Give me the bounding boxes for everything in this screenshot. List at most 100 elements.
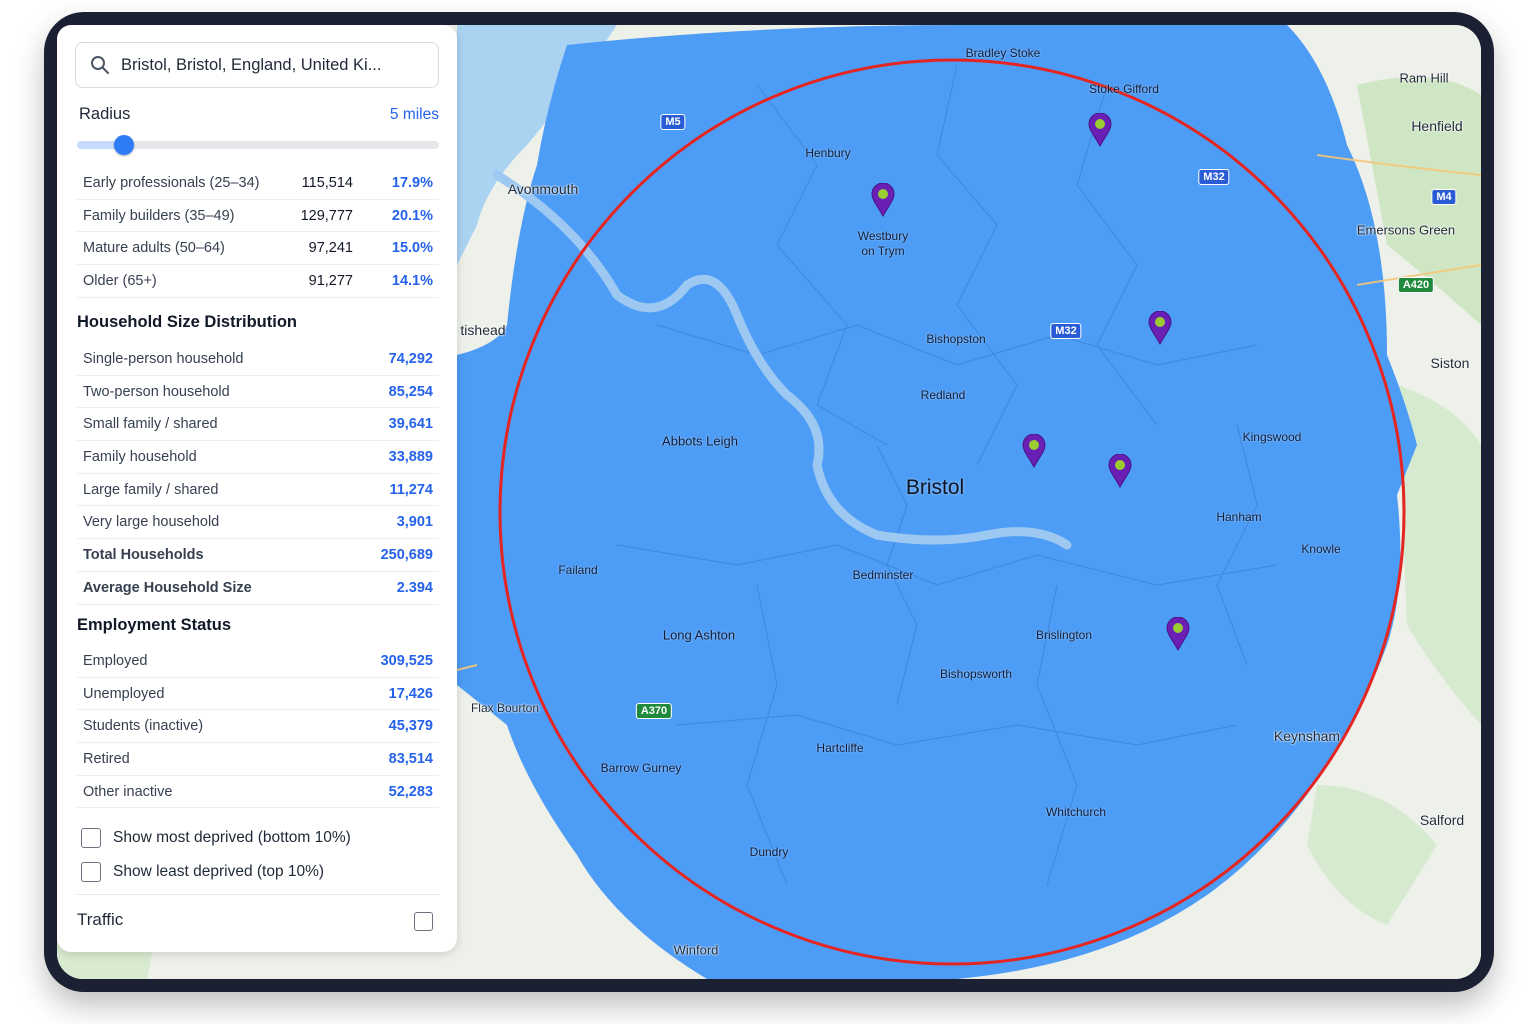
row-label: Family household: [83, 449, 197, 466]
row-label: Family builders (35–49): [83, 207, 235, 224]
row-percent: 17.9%: [391, 175, 433, 191]
table-row: Large family / shared 11,274: [77, 474, 439, 507]
least-deprived-label[interactable]: Show least deprived (top 10%): [113, 863, 324, 881]
row-label: Small family / shared: [83, 416, 218, 433]
radius-slider[interactable]: [77, 135, 439, 155]
location-pin-icon[interactable]: [1148, 311, 1172, 345]
location-pin-icon[interactable]: [1166, 617, 1190, 651]
search-box[interactable]: Bristol, Bristol, England, United Ki...: [75, 42, 439, 88]
row-percent: 14.1%: [391, 273, 433, 290]
row-value: 83,514: [388, 751, 433, 768]
place-label: Whitchurch: [1045, 805, 1107, 819]
place-label: Kingswood: [1242, 430, 1302, 444]
table-row: Other inactive 52,283: [77, 776, 439, 809]
employment-section-title: Employment Status: [77, 616, 232, 634]
row-value: 309,525: [380, 653, 433, 669]
row-label: Two-person household: [83, 383, 230, 400]
table-row: Retired 83,514: [77, 743, 439, 776]
row-label: Mature adults (50–64): [83, 240, 225, 257]
search-icon: [91, 56, 109, 74]
age-groups-table: Early professionals (25–34) 115,514 17.9% …: [77, 167, 439, 298]
table-row: Older (65+) 91,277 14.1%: [77, 265, 439, 298]
city-label: Bristol: [905, 476, 965, 499]
table-row: Students (inactive) 45,379: [77, 710, 439, 744]
row-count: 129,777: [300, 207, 353, 224]
table-row-average: Average Household Size 2.394: [77, 572, 439, 605]
road-shield-a370: A370: [635, 703, 673, 719]
search-input[interactable]: Bristol, Bristol, England, United Ki...: [121, 56, 381, 75]
road-shield-m32: M32: [1198, 169, 1230, 185]
row-label: Employed: [83, 653, 148, 669]
row-label: Early professionals (25–34): [83, 175, 260, 191]
demographics-panel: Bristol, Bristol, England, United Ki... …: [57, 25, 457, 952]
place-label: Redland: [920, 388, 966, 402]
place-label: Dundry: [749, 845, 789, 859]
row-count: 115,514: [301, 175, 353, 191]
location-pin-icon[interactable]: [1088, 113, 1112, 147]
place-label: Bedminster: [852, 568, 914, 582]
radius-label: Radius: [79, 105, 131, 123]
location-pin-icon[interactable]: [871, 183, 895, 217]
place-label: Keynsham: [1273, 728, 1341, 744]
row-value: 17,426: [388, 685, 433, 702]
place-label: Brislington: [1035, 628, 1093, 642]
row-label: Students (inactive): [83, 718, 204, 735]
row-value: 52,283: [388, 783, 433, 800]
table-row: Mature adults (50–64) 97,241 15.0%: [77, 232, 439, 266]
household-section-title: Household Size Distribution: [77, 313, 298, 331]
row-label: Retired: [83, 751, 130, 768]
place-label: Hartcliffe: [816, 741, 864, 755]
table-row: Small family / shared 39,641: [77, 408, 439, 442]
row-label: Unemployed: [83, 685, 165, 702]
row-value: 2.394: [396, 579, 433, 596]
place-label: tishead: [460, 322, 506, 338]
place-label: Winford: [673, 942, 719, 958]
row-label: Other inactive: [83, 783, 173, 800]
table-row: Family builders (35–49) 129,777 20.1%: [77, 200, 439, 233]
place-label: Westbury: [857, 229, 909, 243]
row-label: Average Household Size: [83, 579, 252, 596]
place-label: Bishopston: [926, 332, 986, 346]
most-deprived-label[interactable]: Show most deprived (bottom 10%): [113, 829, 351, 847]
radius-value: 5 miles: [389, 106, 439, 123]
place-label: Salford: [1419, 812, 1465, 828]
divider: [77, 894, 439, 895]
household-table: Single-person household 74,292 Two-person…: [77, 343, 439, 605]
place-label: Abbots Leigh: [662, 433, 738, 449]
table-row: Early professionals (25–34) 115,514 17.9%: [77, 167, 439, 200]
table-row: Employed 309,525: [77, 645, 439, 678]
row-value: 45,379: [388, 718, 433, 735]
road-shield-m4: M4: [1431, 189, 1457, 205]
row-percent: 20.1%: [391, 207, 433, 224]
most-deprived-checkbox[interactable]: [81, 828, 101, 848]
place-label: Ram Hill: [1399, 70, 1449, 86]
table-row: Single-person household 74,292: [77, 343, 439, 376]
place-label: Bishopsworth: [939, 667, 1013, 681]
table-row: Very large household 3,901: [77, 506, 439, 540]
place-label: Knowle: [1301, 542, 1341, 556]
place-label: Flax Bourton: [470, 701, 540, 715]
slider-thumb[interactable]: [114, 135, 134, 155]
traffic-label: Traffic: [77, 910, 124, 929]
road-shield-a420: A420: [1397, 277, 1435, 293]
place-label: Long Ashton: [662, 627, 736, 643]
place-label: Siston: [1430, 355, 1470, 371]
radius-header: Radius 5 miles: [79, 105, 439, 127]
location-pin-icon[interactable]: [1022, 434, 1046, 468]
employment-table: Employed 309,525 Unemployed 17,426 Student…: [77, 645, 439, 809]
row-label: Very large household: [83, 514, 220, 531]
traffic-checkbox[interactable]: [414, 912, 433, 931]
place-label: Avonmouth: [507, 181, 579, 197]
row-label: Large family / shared: [83, 481, 219, 498]
row-value: 39,641: [388, 416, 433, 433]
row-value: 74,292: [388, 351, 433, 367]
least-deprived-checkbox[interactable]: [81, 862, 101, 882]
row-label: Older (65+): [83, 273, 157, 290]
place-label: Hanham: [1216, 510, 1262, 524]
row-percent: 15.0%: [391, 240, 433, 257]
place-label: Emersons Green: [1356, 222, 1456, 238]
row-count: 97,241: [308, 240, 353, 257]
road-shield-m5: M5: [660, 114, 686, 130]
location-pin-icon[interactable]: [1108, 454, 1132, 488]
place-label: Failand: [558, 563, 598, 577]
